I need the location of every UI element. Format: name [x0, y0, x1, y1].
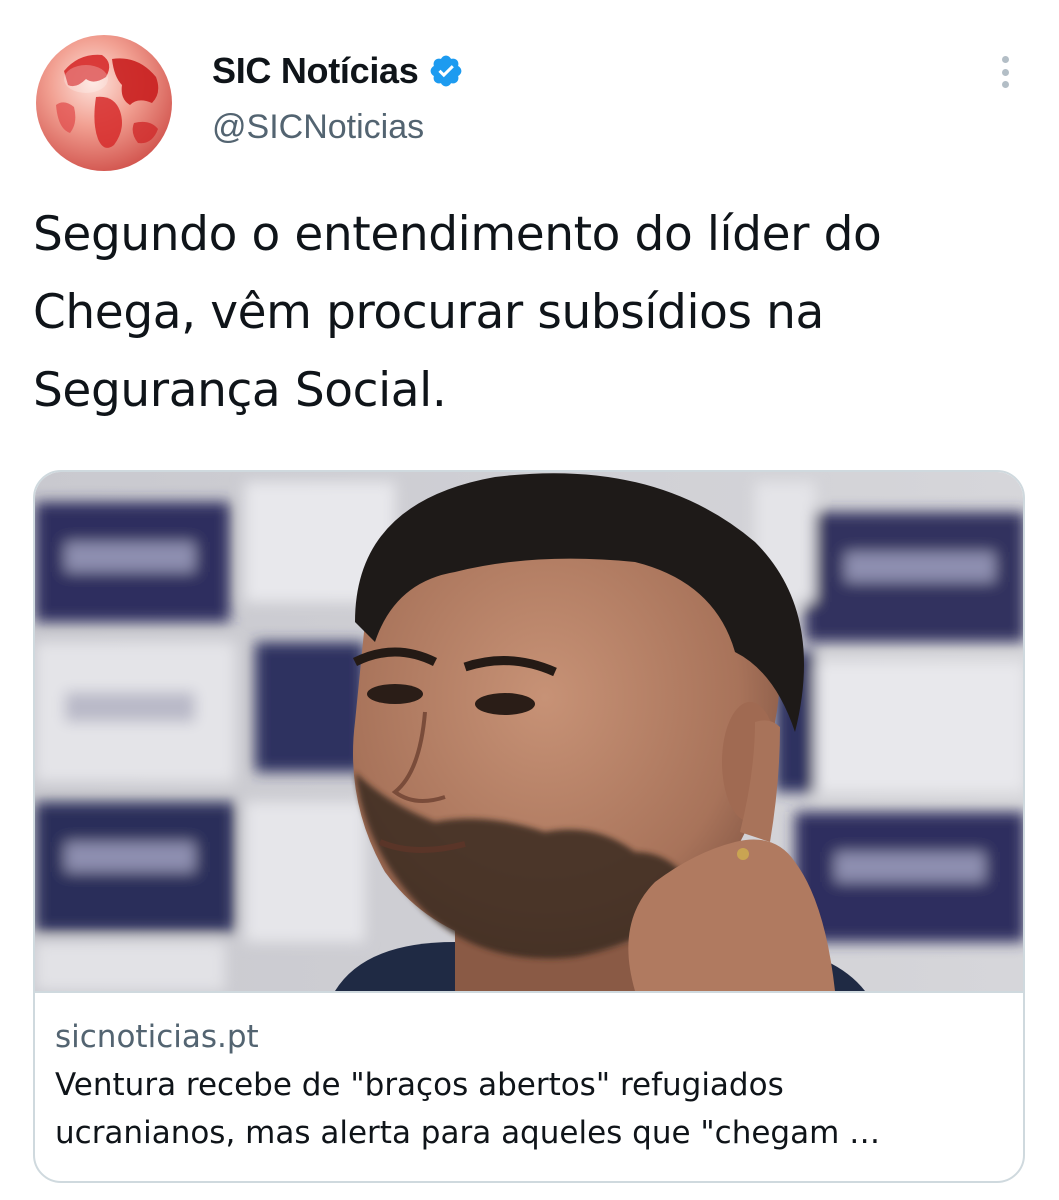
- link-card-domain: sicnoticias.pt: [55, 1019, 259, 1055]
- more-options-icon[interactable]: [990, 52, 1020, 92]
- link-card[interactable]: sicnoticias.pt Ventura recebe de "braços…: [33, 470, 1025, 1183]
- more-dot: [1001, 68, 1009, 76]
- display-name[interactable]: SIC Notícias: [212, 50, 419, 92]
- author-block: SIC Notícias @SICNoticias: [212, 50, 464, 147]
- tweet-text-line: Chega, vêm procurar subsídios na: [33, 285, 824, 340]
- avatar[interactable]: [34, 33, 174, 173]
- tweet-text-line: Segundo o entendimento do líder do: [33, 207, 882, 262]
- link-card-image[interactable]: [35, 472, 1023, 991]
- press-conference-photo: [35, 472, 1023, 991]
- link-card-meta: sicnoticias.pt Ventura recebe de "braços…: [35, 991, 1023, 1181]
- tweet-text-line: Segurança Social.: [33, 363, 447, 418]
- link-card-title-line: ucranianos, mas alerta para aqueles que …: [55, 1115, 881, 1151]
- globe-logo-icon: [34, 33, 174, 173]
- handle[interactable]: @SICNoticias: [212, 108, 464, 147]
- more-dot: [1001, 56, 1009, 63]
- tweet-text: Segundo o entendimento do líder do Chega…: [33, 196, 1023, 430]
- link-card-title: Ventura recebe de "braços abertos" refug…: [55, 1061, 995, 1157]
- link-card-title-line: Ventura recebe de "braços abertos" refug…: [55, 1067, 784, 1103]
- tweet: SIC Notícias @SICNoticias Segundo o ente…: [0, 0, 1059, 1200]
- verified-badge-icon: [431, 55, 462, 87]
- more-dot: [1001, 81, 1009, 88]
